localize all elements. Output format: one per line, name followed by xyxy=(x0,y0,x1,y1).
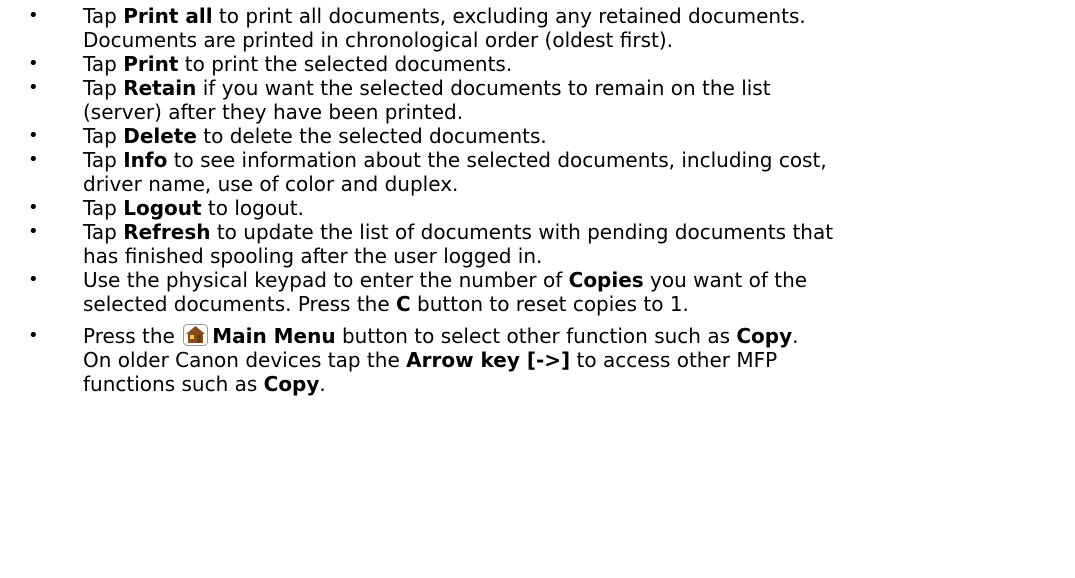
bullet-icon: • xyxy=(28,77,39,98)
text-line: driver name, use of color and duplex. xyxy=(83,172,1075,196)
bold-term: C xyxy=(396,292,411,316)
text-run: Press the xyxy=(83,324,182,348)
list-item: • Tap Refresh to update the list of docum… xyxy=(0,220,1075,268)
bold-term: Logout xyxy=(123,196,202,220)
text-line: functions such as Copy. xyxy=(83,372,1075,396)
bullet-icon: • xyxy=(28,5,39,26)
text-run: Tap xyxy=(83,76,124,100)
bold-term: Print xyxy=(123,52,179,76)
text-run: On older Canon devices tap the xyxy=(83,348,407,372)
text-line: selected documents. Press the C button t… xyxy=(83,292,1075,316)
bold-term: Copy xyxy=(736,324,793,348)
text-run: Tap xyxy=(83,220,124,244)
text-run: Use the physical keypad to enter the num… xyxy=(83,268,569,292)
list-item: • Use the physical keypad to enter the nu… xyxy=(0,268,1075,316)
text-run: has finished spooling after the user log… xyxy=(83,244,543,268)
list-item: • Tap Retain if you want the selected doc… xyxy=(0,76,1075,124)
bullet-icon: • xyxy=(28,53,39,74)
bullet-icon: • xyxy=(28,269,39,290)
bold-term: Info xyxy=(123,148,168,172)
text-line: Press the Main Menu button to select oth… xyxy=(83,324,1075,348)
bullet-icon: • xyxy=(28,221,39,242)
bullet-icon: • xyxy=(28,125,39,146)
text-run: Tap xyxy=(83,196,124,220)
list-item: • Tap Info to see information about the s… xyxy=(0,148,1075,196)
text-run: to logout. xyxy=(201,196,304,220)
bullet-icon: • xyxy=(28,149,39,170)
text-line: Tap Print all to print all documents, ex… xyxy=(83,4,1075,28)
text-line: (server) after they have been printed. xyxy=(83,100,1075,124)
text-run: Tap xyxy=(83,148,124,172)
text-run: functions such as xyxy=(83,372,264,396)
text-run: button to reset copies to 1. xyxy=(410,292,689,316)
text-run: Tap xyxy=(83,52,124,76)
text-run: to update the list of documents with pen… xyxy=(210,220,834,244)
text-line: Tap Retain if you want the selected docu… xyxy=(83,76,1075,100)
bold-term: Refresh xyxy=(123,220,211,244)
text-run: (server) after they have been printed. xyxy=(83,100,464,124)
text-run: Tap xyxy=(83,4,124,28)
bullet-icon: • xyxy=(28,197,39,218)
text-run: . xyxy=(792,324,799,348)
text-run: selected documents. Press the xyxy=(83,292,396,316)
bold-term: Delete xyxy=(123,124,197,148)
text-run: button to select other function such as xyxy=(335,324,737,348)
list-item: • Tap Logout to logout. xyxy=(0,196,1075,220)
text-run: to print all documents, excluding any re… xyxy=(212,4,806,28)
text-run: if you want the selected documents to re… xyxy=(196,76,771,100)
bullet-icon: • xyxy=(28,325,39,346)
text-line: Tap Info to see information about the se… xyxy=(83,148,1075,172)
text-line: Use the physical keypad to enter the num… xyxy=(83,268,1075,292)
text-line: Documents are printed in chronological o… xyxy=(83,28,1075,52)
document-bullet-list: • Tap Print all to print all documents, e… xyxy=(0,4,1075,396)
text-line: Tap Print to print the selected document… xyxy=(83,52,1075,76)
home-icon xyxy=(183,324,209,346)
list-item: • Tap Print to print the selected documen… xyxy=(0,52,1075,76)
text-run: to access other MFP xyxy=(570,348,778,372)
list-item: • Press the Main Menu button to select ot… xyxy=(0,324,1075,396)
text-line: On older Canon devices tap the Arrow key… xyxy=(83,348,1075,372)
bold-term: Main Menu xyxy=(212,324,336,348)
text-line: has finished spooling after the user log… xyxy=(83,244,1075,268)
text-run: Documents are printed in chronological o… xyxy=(83,28,673,52)
text-run: Tap xyxy=(83,124,124,148)
text-run: . xyxy=(319,372,326,396)
bold-term: Copy xyxy=(263,372,320,396)
list-item: • Tap Delete to delete the selected docum… xyxy=(0,124,1075,148)
bold-term: Retain xyxy=(123,76,197,100)
bold-term: Arrow key [->] xyxy=(406,348,571,372)
text-run: you want of the xyxy=(643,268,808,292)
text-line: Tap Delete to delete the selected docume… xyxy=(83,124,1075,148)
text-run: to delete the selected documents. xyxy=(196,124,547,148)
text-run: to see information about the selected do… xyxy=(167,148,827,172)
list-item: • Tap Print all to print all documents, e… xyxy=(0,4,1075,52)
bold-term: Print all xyxy=(123,4,213,28)
text-line: Tap Refresh to update the list of docume… xyxy=(83,220,1075,244)
bold-term: Copies xyxy=(568,268,644,292)
text-run: to print the selected documents. xyxy=(178,52,513,76)
text-line: Tap Logout to logout. xyxy=(83,196,1075,220)
text-run: driver name, use of color and duplex. xyxy=(83,172,459,196)
